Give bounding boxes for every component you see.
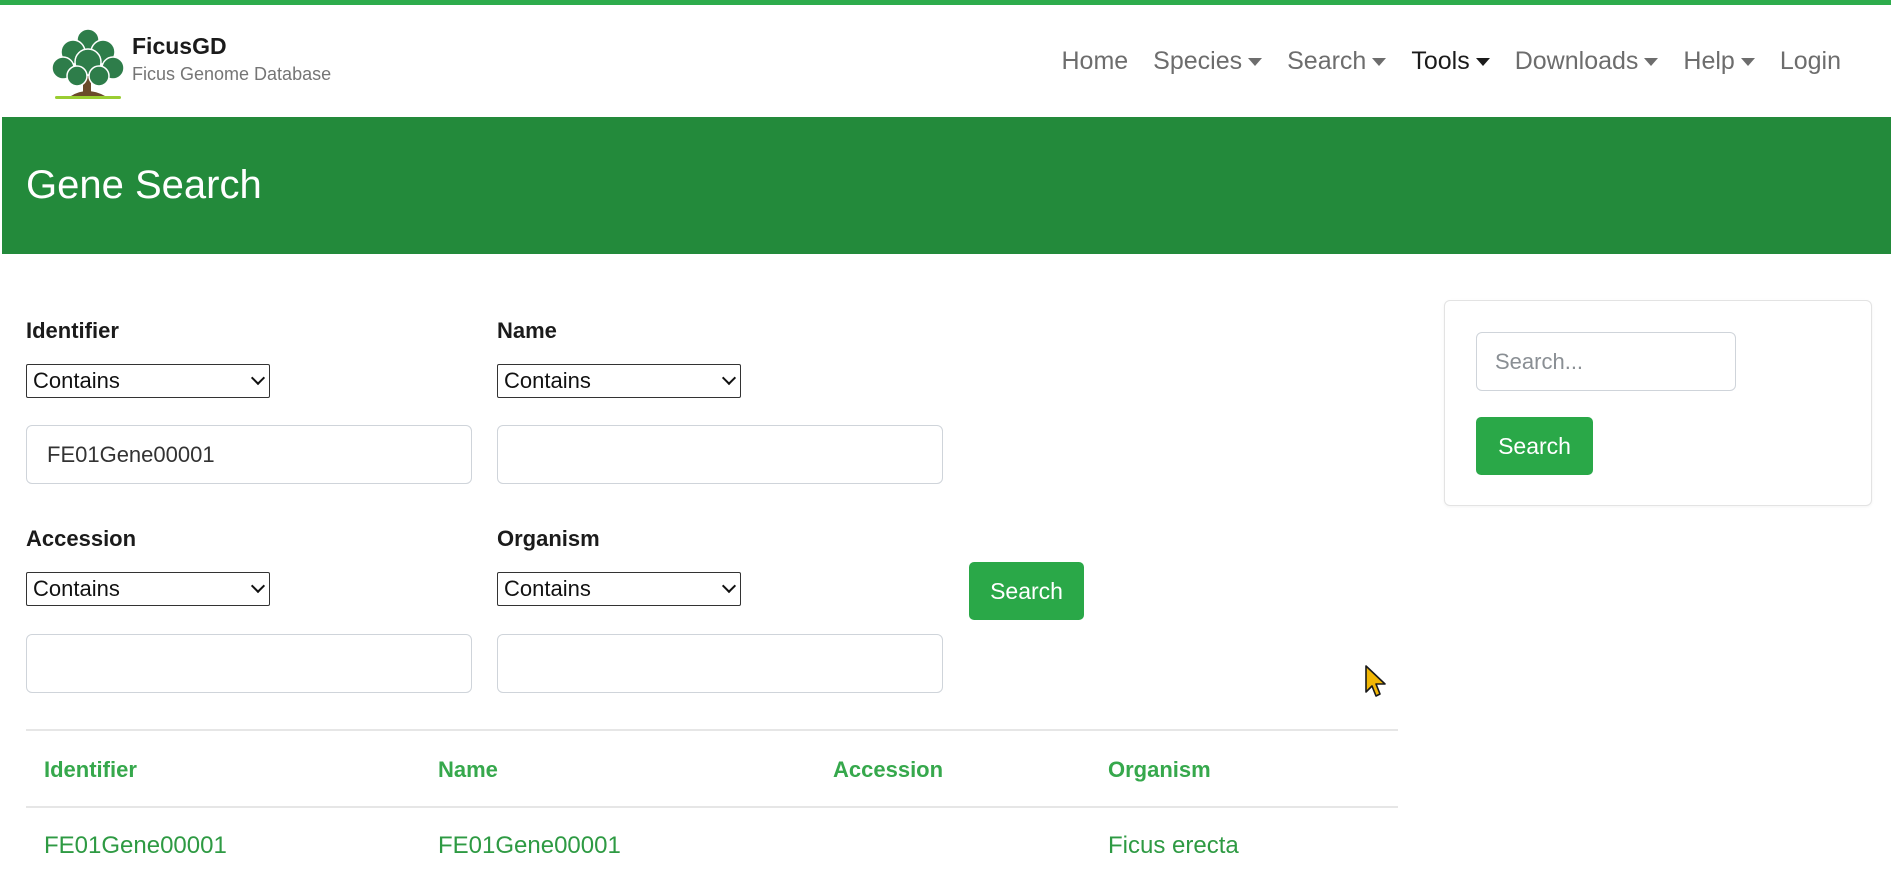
column-header-accession[interactable]: Accession: [833, 757, 943, 783]
accession-input[interactable]: [26, 634, 472, 693]
mouse-cursor-icon: [1365, 665, 1386, 697]
caret-down-icon: [1248, 57, 1263, 66]
accession-operator-select[interactable]: Contains: [26, 572, 270, 606]
organism-operator-value: Contains: [504, 576, 591, 601]
chevron-down-icon: [721, 578, 737, 594]
brand-name: FicusGD: [132, 33, 227, 59]
nav-home[interactable]: Home: [1061, 47, 1128, 76]
identifier-label: Identifier: [26, 318, 119, 343]
nav-login-label: Login: [1779, 47, 1841, 75]
sidebar-search-button[interactable]: Search: [1476, 417, 1593, 475]
brand[interactable]: FicusGD Ficus Genome Database: [49, 25, 331, 105]
nav-help[interactable]: Help: [1683, 47, 1755, 76]
nav-downloads-label: Downloads: [1514, 47, 1639, 75]
navbar: FicusGD Ficus Genome Database Home Speci…: [0, 5, 1891, 117]
sidebar-search-card: Search... Search: [1444, 300, 1872, 506]
nav-login[interactable]: Login: [1780, 47, 1841, 76]
nav-downloads[interactable]: Downloads: [1515, 47, 1659, 76]
nav-tools[interactable]: Tools: [1411, 47, 1490, 76]
cell-name-link[interactable]: FE01Gene00001: [438, 832, 621, 860]
main-nav: Home Species Search Tools Downloads Help…: [1036, 47, 1841, 76]
column-header-identifier[interactable]: Identifier: [44, 757, 137, 783]
ficus-tree-icon: [51, 28, 125, 99]
caret-down-icon: [1644, 57, 1659, 66]
sidebar-search-input[interactable]: Search...: [1476, 332, 1736, 391]
identifier-input-value: FE01Gene00001: [47, 441, 215, 467]
nav-search-label: Search: [1287, 47, 1367, 75]
identifier-operator-select[interactable]: Contains: [26, 364, 270, 398]
nav-species-label: Species: [1153, 47, 1243, 75]
name-operator-select[interactable]: Contains: [497, 364, 741, 398]
accession-label: Accession: [26, 526, 137, 551]
organism-label: Organism: [497, 526, 600, 551]
caret-down-icon: [1475, 57, 1490, 66]
caret-down-icon: [1372, 57, 1387, 66]
table-header-divider: [26, 806, 1398, 808]
nav-tools-label: Tools: [1411, 47, 1470, 75]
organism-operator-select[interactable]: Contains: [497, 572, 741, 606]
nav-species[interactable]: Species: [1153, 47, 1263, 76]
brand-subtitle: Ficus Genome Database: [132, 64, 332, 84]
nav-search[interactable]: Search: [1287, 47, 1387, 76]
sidebar-search-placeholder: Search...: [1495, 348, 1584, 374]
nav-home-label: Home: [1061, 47, 1129, 75]
nav-help-label: Help: [1683, 47, 1735, 75]
name-operator-value: Contains: [504, 368, 591, 393]
chevron-down-icon: [250, 578, 266, 594]
name-input[interactable]: [497, 425, 943, 484]
gene-search-button[interactable]: Search: [969, 562, 1084, 620]
column-header-name[interactable]: Name: [438, 757, 498, 783]
table-top-divider: [26, 729, 1398, 731]
accession-operator-value: Contains: [33, 576, 120, 601]
cell-organism-link[interactable]: Ficus erecta: [1108, 832, 1239, 860]
identifier-operator-value: Contains: [33, 368, 120, 393]
page-title: Gene Search: [26, 163, 262, 207]
identifier-input[interactable]: FE01Gene00001: [26, 425, 472, 484]
organism-input[interactable]: [497, 634, 943, 693]
chevron-down-icon: [721, 370, 737, 386]
cell-identifier-link[interactable]: FE01Gene00001: [44, 832, 227, 860]
chevron-down-icon: [250, 370, 266, 386]
caret-down-icon: [1740, 57, 1755, 66]
page-banner: Gene Search: [2, 117, 1891, 254]
brand-text: FicusGD Ficus Genome Database: [132, 32, 331, 88]
column-header-organism[interactable]: Organism: [1108, 757, 1211, 783]
name-label: Name: [497, 318, 557, 343]
